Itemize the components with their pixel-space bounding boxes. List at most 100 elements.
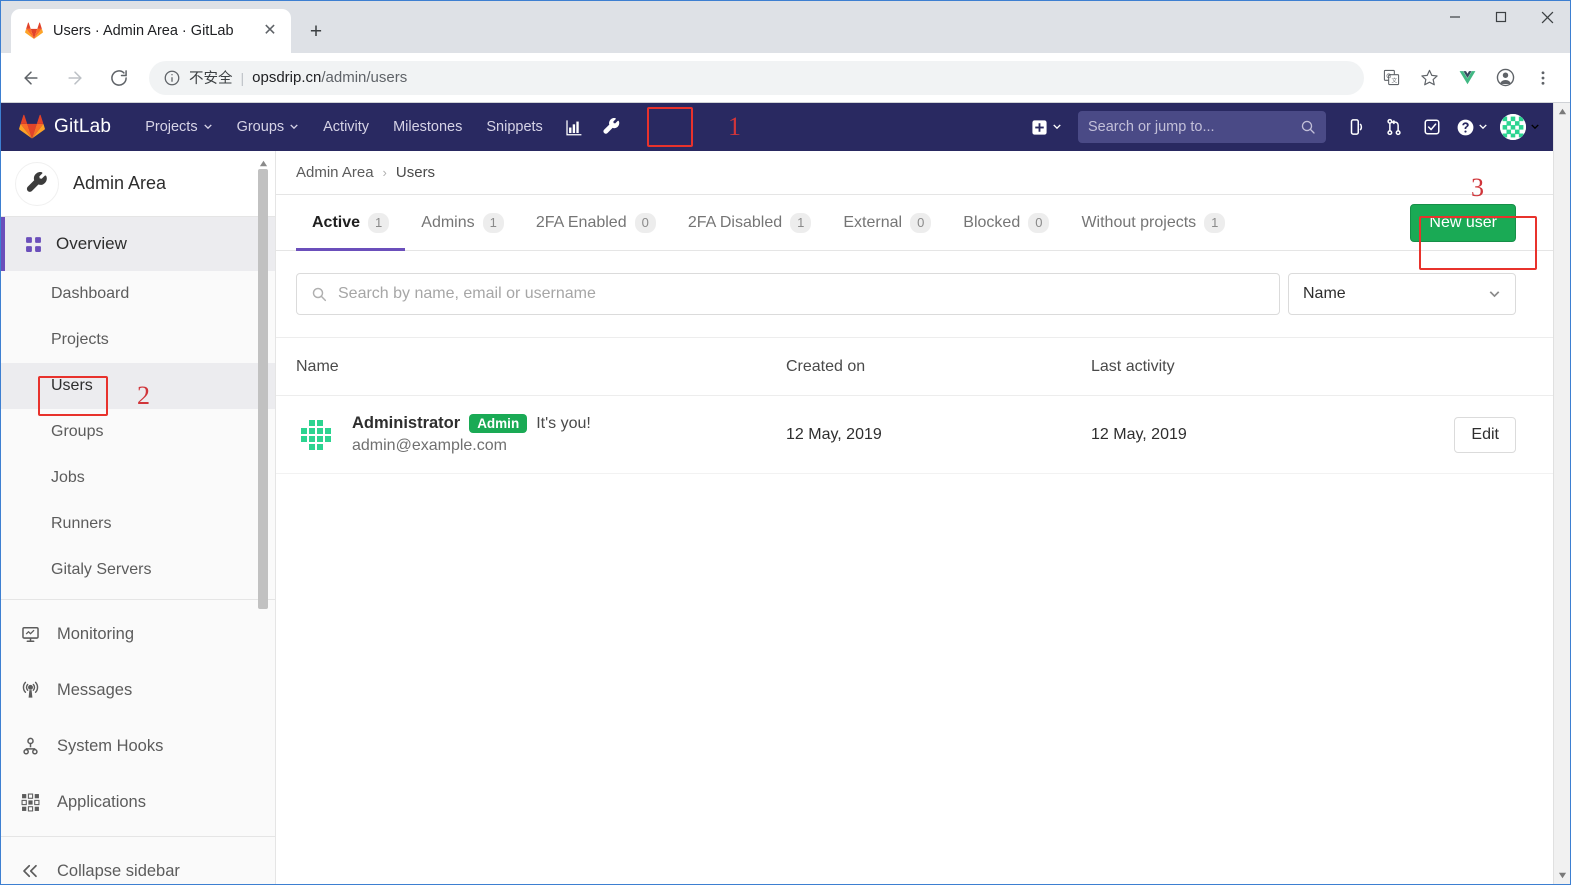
tab-2fa-disabled[interactable]: 2FA Disabled 1 <box>672 195 828 250</box>
sidebar-divider-bottom <box>1 836 275 837</box>
new-user-button[interactable]: New user <box>1410 203 1516 242</box>
sidebar-scroll-up-arrow[interactable] <box>257 157 269 169</box>
sidebar-item-applications[interactable]: Applications <box>1 774 275 830</box>
close-window-button[interactable] <box>1524 1 1570 33</box>
nav-item-projects[interactable]: Projects <box>133 103 224 151</box>
user-filter-tabs: Active 1 Admins 1 2FA Enabled 0 2FA Disa… <box>276 195 1554 251</box>
chevron-down-icon <box>1053 124 1061 130</box>
sidebar-item-runners[interactable]: Runners <box>1 501 275 547</box>
breadcrumb-current[interactable]: Users <box>396 164 435 181</box>
omnibox-separator: | <box>240 69 245 86</box>
gitlab-brand-text: GitLab <box>54 116 112 137</box>
sidebar-divider <box>1 599 275 600</box>
user-name[interactable]: Administrator <box>352 414 460 433</box>
address-bar[interactable]: 不安全 | opsdrip.cn/admin/users <box>149 60 1364 95</box>
sidebar-item-system-hooks[interactable]: System Hooks <box>1 718 275 774</box>
admin-wrench-icon[interactable] <box>593 103 631 151</box>
analytics-icon[interactable] <box>555 103 593 151</box>
sidebar-item-projects[interactable]: Projects <box>1 317 275 363</box>
url-path: /admin/users <box>321 69 408 86</box>
vue-extension-icon[interactable] <box>1451 62 1483 94</box>
broadcast-icon <box>19 681 41 700</box>
tab-active-count: 1 <box>368 212 390 233</box>
close-tab-icon[interactable]: ✕ <box>259 20 281 42</box>
merge-request-icon[interactable] <box>1376 109 1412 145</box>
info-icon[interactable] <box>163 69 181 87</box>
page-scrollbar[interactable] <box>1553 103 1570 884</box>
user-created-on: 12 May, 2019 <box>786 425 882 443</box>
chevron-down-icon <box>203 124 212 130</box>
global-search-input[interactable] <box>1088 119 1300 135</box>
admin-sidebar: Admin Area Overview Dashboard Projects U… <box>1 151 276 884</box>
sidebar-item-groups[interactable]: Groups <box>1 409 275 455</box>
help-dropdown-button[interactable] <box>1452 118 1492 137</box>
back-arrow-icon[interactable] <box>13 60 49 96</box>
minimize-button[interactable] <box>1432 1 1478 33</box>
nav-item-milestones[interactable]: Milestones <box>381 103 474 151</box>
collapse-sidebar-button[interactable]: Collapse sidebar <box>1 843 275 884</box>
monitor-icon <box>19 625 41 644</box>
sidebar-item-monitoring[interactable]: Monitoring <box>1 606 275 662</box>
new-user-area: New user <box>1410 195 1554 250</box>
issues-icon[interactable] <box>1338 109 1374 145</box>
tab-2fa-enabled[interactable]: 2FA Enabled 0 <box>520 195 672 250</box>
sidebar-item-monitoring-label: Monitoring <box>57 624 135 643</box>
tab-external-count: 0 <box>910 212 932 233</box>
user-search-box[interactable] <box>296 273 1280 315</box>
tab-active[interactable]: Active 1 <box>296 195 406 251</box>
nav-item-groups[interactable]: Groups <box>225 103 312 151</box>
gitlab-home-link[interactable]: GitLab <box>19 114 111 140</box>
user-identity: Administrator Admin It's you! admin@exam… <box>296 414 786 455</box>
tab-blocked-label: Blocked <box>963 213 1021 231</box>
tab-admins[interactable]: Admins 1 <box>405 195 520 250</box>
sidebar-item-gitaly-servers[interactable]: Gitaly Servers <box>1 547 275 593</box>
main-content: Admin Area › Users Active 1 Admins 1 2FA… <box>276 151 1554 884</box>
forward-arrow-icon[interactable] <box>57 60 93 96</box>
tab-external[interactable]: External 0 <box>827 195 947 250</box>
tab-without-projects-label: Without projects <box>1081 213 1197 231</box>
browser-tab-title: Users · Admin Area · GitLab <box>53 23 234 39</box>
sidebar-item-messages[interactable]: Messages <box>1 662 275 718</box>
todos-icon[interactable] <box>1414 109 1450 145</box>
kebab-menu-icon[interactable] <box>1527 62 1559 94</box>
sort-dropdown[interactable]: Name <box>1288 273 1516 315</box>
new-dropdown-button[interactable] <box>1023 119 1070 136</box>
page-body: Admin Area Overview Dashboard Projects U… <box>1 151 1570 884</box>
wrench-icon <box>15 161 59 206</box>
chevron-down-icon <box>1489 290 1500 297</box>
global-search-box[interactable] <box>1078 111 1326 143</box>
sidebar-item-dashboard[interactable]: Dashboard <box>1 271 275 317</box>
nav-item-activity[interactable]: Activity <box>311 103 381 151</box>
scroll-up-arrow[interactable] <box>1554 103 1570 120</box>
chevron-down-icon <box>1531 124 1539 130</box>
nav-item-snippets[interactable]: Snippets <box>474 103 554 151</box>
breadcrumb: Admin Area › Users <box>276 151 1554 195</box>
sidebar-header[interactable]: Admin Area <box>1 151 275 217</box>
sidebar-scrollbar[interactable] <box>257 157 269 612</box>
reload-icon[interactable] <box>101 60 137 96</box>
translate-icon[interactable]: G 文 <box>1375 62 1407 94</box>
scroll-down-arrow[interactable] <box>1554 867 1570 884</box>
profile-icon[interactable] <box>1489 62 1521 94</box>
user-search-input[interactable] <box>338 285 1265 303</box>
browser-toolbar: 不安全 | opsdrip.cn/admin/users G 文 <box>1 53 1570 103</box>
annotation-label-2: 2 <box>137 381 150 410</box>
table-row: Administrator Admin It's you! admin@exam… <box>276 396 1554 474</box>
browser-tab[interactable]: Users · Admin Area · GitLab ✕ <box>11 9 291 53</box>
search-icon <box>312 287 327 302</box>
tab-blocked[interactable]: Blocked 0 <box>947 195 1065 250</box>
user-name-line: Administrator Admin It's you! <box>352 414 591 433</box>
breadcrumb-root[interactable]: Admin Area <box>296 164 374 181</box>
sidebar-item-overview[interactable]: Overview <box>1 217 275 271</box>
sidebar-scroll-thumb[interactable] <box>258 169 268 609</box>
maximize-button[interactable] <box>1478 1 1524 33</box>
sidebar-item-jobs[interactable]: Jobs <box>1 455 275 501</box>
edit-button[interactable]: Edit <box>1454 416 1516 453</box>
star-icon[interactable] <box>1413 62 1445 94</box>
user-menu-button[interactable] <box>1494 114 1540 140</box>
tab-without-projects[interactable]: Without projects 1 <box>1065 195 1241 250</box>
annotation-label-1: 1 <box>728 112 741 141</box>
tab-2fa-disabled-count: 1 <box>790 212 812 233</box>
gitlab-favicon <box>25 22 43 39</box>
new-tab-button[interactable]: + <box>301 16 331 46</box>
